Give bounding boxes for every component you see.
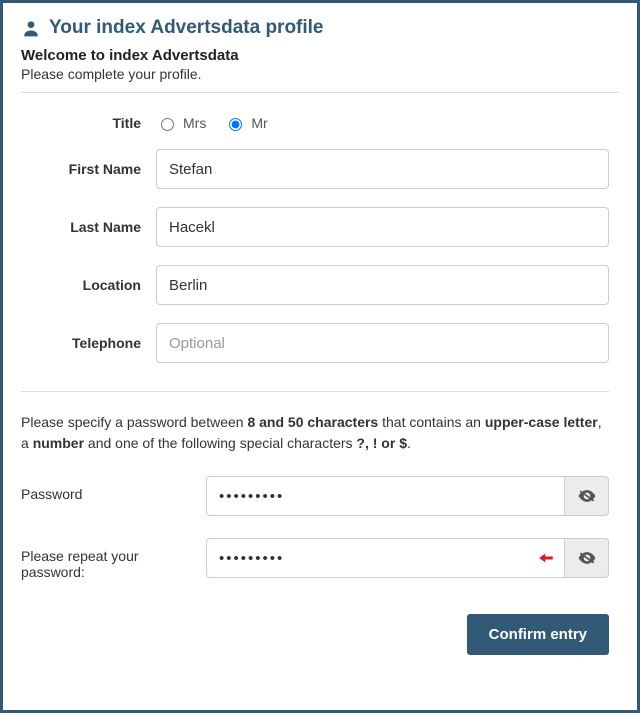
- welcome-subtitle: Please complete your profile.: [21, 66, 619, 82]
- toggle-password-repeat-visibility-button[interactable]: [565, 538, 609, 578]
- toggle-password-visibility-button[interactable]: [565, 476, 609, 516]
- radio-mrs[interactable]: Mrs: [156, 115, 206, 131]
- label-title: Title: [21, 115, 156, 131]
- password-input[interactable]: [206, 476, 565, 516]
- radio-mr[interactable]: Mr: [224, 115, 267, 131]
- row-last-name: Last Name: [21, 207, 609, 247]
- row-first-name: First Name: [21, 149, 609, 189]
- label-password-repeat: Please repeat your password:: [21, 538, 206, 580]
- row-password: Password: [21, 476, 609, 516]
- profile-form-frame: Your index Advertsdata profile Welcome t…: [0, 0, 640, 713]
- eye-off-icon: [577, 486, 597, 506]
- row-telephone: Telephone: [21, 323, 609, 363]
- row-title: Title Mrs Mr: [21, 115, 609, 131]
- label-last-name: Last Name: [21, 219, 156, 235]
- telephone-input[interactable]: [156, 323, 609, 363]
- key-icon: [537, 549, 555, 567]
- divider-2: [21, 391, 609, 392]
- divider: [21, 92, 619, 93]
- person-icon: [21, 18, 41, 38]
- confirm-entry-button[interactable]: Confirm entry: [467, 614, 609, 655]
- first-name-input[interactable]: [156, 149, 609, 189]
- location-input[interactable]: [156, 265, 609, 305]
- radio-mr-input[interactable]: [229, 118, 242, 131]
- radio-mr-label: Mr: [251, 115, 267, 131]
- eye-off-icon: [577, 548, 597, 568]
- password-hint: Please specify a password between 8 and …: [21, 412, 609, 454]
- page-header: Your index Advertsdata profile: [21, 17, 619, 39]
- page-title: Your index Advertsdata profile: [49, 17, 324, 39]
- label-location: Location: [21, 277, 156, 293]
- password-repeat-input[interactable]: [206, 538, 565, 578]
- row-location: Location: [21, 265, 609, 305]
- form-footer: Confirm entry: [21, 614, 609, 655]
- label-telephone: Telephone: [21, 335, 156, 351]
- radio-mrs-label: Mrs: [183, 115, 206, 131]
- radio-mrs-input[interactable]: [161, 118, 174, 131]
- welcome-heading: Welcome to index Advertsdata: [21, 47, 619, 64]
- last-name-input[interactable]: [156, 207, 609, 247]
- label-password: Password: [21, 476, 206, 502]
- label-first-name: First Name: [21, 161, 156, 177]
- row-password-repeat: Please repeat your password:: [21, 538, 609, 580]
